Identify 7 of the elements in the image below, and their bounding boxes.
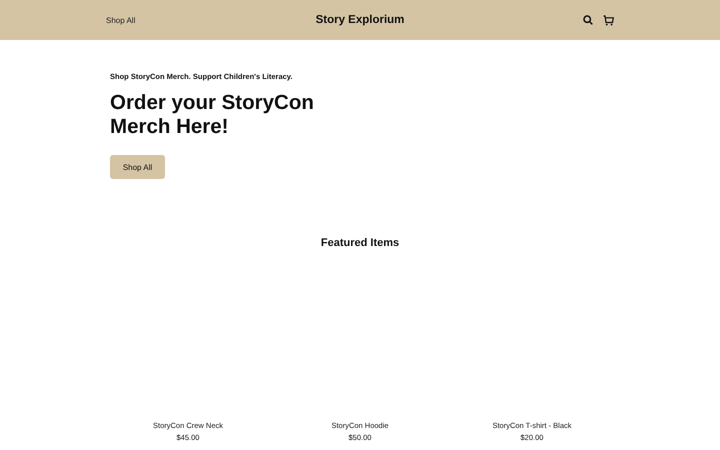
cart-icon[interactable]: [603, 14, 614, 26]
search-icon[interactable]: [583, 15, 593, 25]
shop-all-button[interactable]: Shop All: [110, 155, 165, 179]
section-heading: Featured Items: [320, 237, 400, 249]
brand-title: Story Explorium: [316, 14, 404, 26]
shop-all-link[interactable]: Shop All: [106, 16, 136, 24]
hero-heading: Order your StoryCon Merch Here!: [110, 91, 315, 139]
